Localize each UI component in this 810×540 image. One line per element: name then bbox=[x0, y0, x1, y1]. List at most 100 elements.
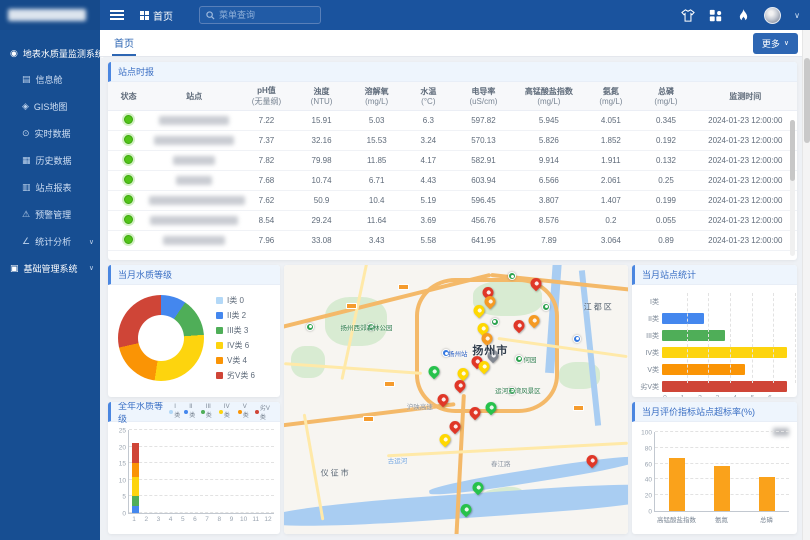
map-label: 扬州西郊森林公园 bbox=[341, 322, 393, 332]
exceed-rate-chart: 020406080100 bbox=[654, 432, 789, 512]
app-root: ◉地表水质量监测系统∧▤信息舱◈GIS地图⊙实时数据▦历史数据▥站点报表⚠预警管… bbox=[0, 0, 810, 540]
map-poi-icon bbox=[573, 335, 581, 343]
map-poi-icon bbox=[508, 272, 516, 280]
column-header: 高锰酸盐指数(mg/L) bbox=[514, 82, 583, 111]
legend-item: I类 0 bbox=[216, 295, 255, 306]
table-body: 7.2215.915.036.3597.825.9454.0510.345202… bbox=[108, 111, 797, 251]
tab-home[interactable]: 首页 bbox=[112, 30, 136, 56]
chevron-down-icon: ∨ bbox=[89, 238, 94, 246]
month-stack bbox=[129, 430, 141, 513]
city-map[interactable]: 扬州市江都区仪征市古运河沪陕高速春江路扬州西郊森林公园何园运河三湾风景区扬州站 bbox=[284, 265, 628, 534]
sidebar-item[interactable]: ⊙实时数据 bbox=[0, 120, 100, 147]
sidebar-item[interactable]: ◈GIS地图 bbox=[0, 93, 100, 120]
map-label: 古运河 bbox=[388, 455, 408, 465]
sidebar-item[interactable]: ⚠预警管理 bbox=[0, 201, 100, 228]
table-row[interactable]: 7.3732.1615.533.24570.135.8261.8520.1922… bbox=[108, 131, 797, 151]
map-pin-yellow[interactable] bbox=[438, 432, 454, 448]
legend-item: IV类 bbox=[219, 403, 235, 421]
table-scrollbar[interactable] bbox=[790, 120, 795, 256]
exceed-bar bbox=[759, 477, 775, 511]
station-name-blurred bbox=[173, 156, 215, 165]
month-stack bbox=[153, 430, 165, 513]
sidebar-section-0[interactable]: ◉地表水质量监测系统∧ bbox=[0, 40, 100, 66]
column-header: pH值(无量纲) bbox=[239, 82, 294, 111]
map-label: 何园 bbox=[523, 354, 536, 364]
annual-quality-card: 全年水质等级 I类II类III类IV类V类劣V类 0510152025 1234… bbox=[108, 402, 280, 534]
month-stack bbox=[201, 430, 213, 513]
road-badge bbox=[384, 381, 395, 387]
table-row[interactable]: 7.6810.746.714.43603.946.5662.0610.25202… bbox=[108, 171, 797, 191]
column-header: 溶解氧(mg/L) bbox=[349, 82, 404, 111]
road-badge bbox=[363, 416, 374, 422]
road-badge bbox=[398, 284, 409, 290]
month-stack bbox=[189, 430, 201, 513]
home-link[interactable]: 首页 bbox=[140, 8, 173, 23]
base-manage-icon: ▣ bbox=[10, 263, 19, 274]
sidebar: ◉地表水质量监测系统∧▤信息舱◈GIS地图⊙实时数据▦历史数据▥站点报表⚠预警管… bbox=[0, 0, 100, 540]
station-name-blurred bbox=[150, 216, 238, 225]
map-park-area bbox=[291, 346, 325, 378]
station-stat-card: 当月站点统计 I类II类III类IV类V类劣V类0123456 bbox=[632, 265, 797, 397]
legend-item: 劣V类 6 bbox=[216, 370, 255, 381]
stats-analysis-icon: ∠ bbox=[22, 236, 30, 247]
table-row[interactable]: 7.6250.910.45.19596.453.8071.4070.199202… bbox=[108, 191, 797, 211]
status-dot bbox=[124, 235, 133, 244]
station-name-blurred bbox=[154, 136, 234, 145]
menu-toggle-icon[interactable] bbox=[110, 10, 124, 20]
main-area: 首页 bbox=[100, 0, 810, 540]
more-button[interactable]: 更多 ∨ bbox=[753, 33, 798, 54]
table-row[interactable]: 8.5429.2411.643.69456.768.5760.20.055202… bbox=[108, 211, 797, 231]
sidebar-section-1[interactable]: ▣基础管理系统∨ bbox=[0, 255, 100, 281]
table-header-row: 状态站点pH值(无量纲)浊度(NTU)溶解氧(mg/L)水温(°C)电导率(uS… bbox=[108, 82, 797, 111]
user-avatar[interactable] bbox=[764, 7, 781, 24]
status-dot bbox=[124, 115, 133, 124]
menu-search[interactable] bbox=[199, 6, 321, 24]
sidebar-item[interactable]: ∠统计分析∨ bbox=[0, 228, 100, 255]
table-row[interactable]: 7.2215.915.036.3597.825.9454.0510.345202… bbox=[108, 111, 797, 131]
sidebar-item[interactable]: ▦历史数据 bbox=[0, 147, 100, 174]
search-icon bbox=[206, 11, 215, 20]
station-name-blurred bbox=[159, 116, 229, 125]
search-input[interactable] bbox=[219, 10, 314, 20]
page-scrollbar[interactable] bbox=[802, 30, 810, 540]
chevron-down-icon: ∨ bbox=[784, 39, 789, 47]
map-label: 江都区 bbox=[584, 301, 614, 312]
table-row[interactable]: 7.8279.9811.854.17582.919.9141.9110.1322… bbox=[108, 151, 797, 171]
station-name-blurred bbox=[176, 176, 212, 185]
sidebar-item[interactable]: ▤信息舱 bbox=[0, 66, 100, 93]
table-row[interactable]: 7.9633.083.435.58641.957.893.0640.892024… bbox=[108, 231, 797, 251]
annual-x-axis: 123456789101112 bbox=[128, 516, 274, 523]
hbar-row: 劣V类 bbox=[636, 378, 787, 395]
left-column: 当月水质等级 I类 0II类 2III类 3IV类 6V类 4劣V类 6 全年水… bbox=[108, 265, 280, 534]
flame-icon[interactable] bbox=[736, 8, 751, 23]
map-label: 扬州市 bbox=[472, 342, 508, 358]
exceed-rate-x-axis: 高锰酸盐指数氨氮总磷 bbox=[654, 514, 789, 524]
station-name-blurred bbox=[149, 196, 245, 205]
exceed-rate-title: 当月评价指标站点超标率(%) bbox=[632, 402, 797, 422]
road-badge bbox=[346, 303, 357, 309]
exceed-bar bbox=[714, 466, 730, 511]
month-stack bbox=[262, 430, 274, 513]
grid-icon bbox=[140, 11, 149, 20]
station-report-table: 状态站点pH值(无量纲)浊度(NTU)溶解氧(mg/L)水温(°C)电导率(uS… bbox=[108, 82, 797, 251]
user-menu-chevron-icon[interactable]: ∨ bbox=[794, 11, 800, 20]
layout-icon[interactable] bbox=[708, 8, 723, 23]
home-label: 首页 bbox=[153, 8, 173, 23]
legend-item: 劣V类 bbox=[255, 403, 275, 421]
status-dot bbox=[124, 155, 133, 164]
theme-skin-icon[interactable] bbox=[680, 8, 695, 23]
legend-item: V类 4 bbox=[216, 355, 255, 366]
hbar-row: I类 bbox=[636, 293, 787, 310]
tabbar: 首页 更多 ∨ bbox=[100, 30, 810, 57]
gis-map-icon: ◈ bbox=[22, 101, 29, 112]
column-header: 站点 bbox=[149, 82, 239, 111]
donut-legend: I类 0II类 2III类 3IV类 6V类 4劣V类 6 bbox=[216, 295, 255, 381]
legend-item: III类 3 bbox=[216, 325, 255, 336]
sidebar-menu: ◉地表水质量监测系统∧▤信息舱◈GIS地图⊙实时数据▦历史数据▥站点报表⚠预警管… bbox=[0, 30, 100, 281]
month-stack bbox=[226, 430, 238, 513]
map-label: 运河三湾风景区 bbox=[495, 385, 541, 395]
sidebar-item[interactable]: ▥站点报表 bbox=[0, 174, 100, 201]
logo-bar bbox=[0, 0, 100, 30]
legend-item: II类 2 bbox=[216, 310, 255, 321]
exceed-bar bbox=[669, 458, 685, 511]
